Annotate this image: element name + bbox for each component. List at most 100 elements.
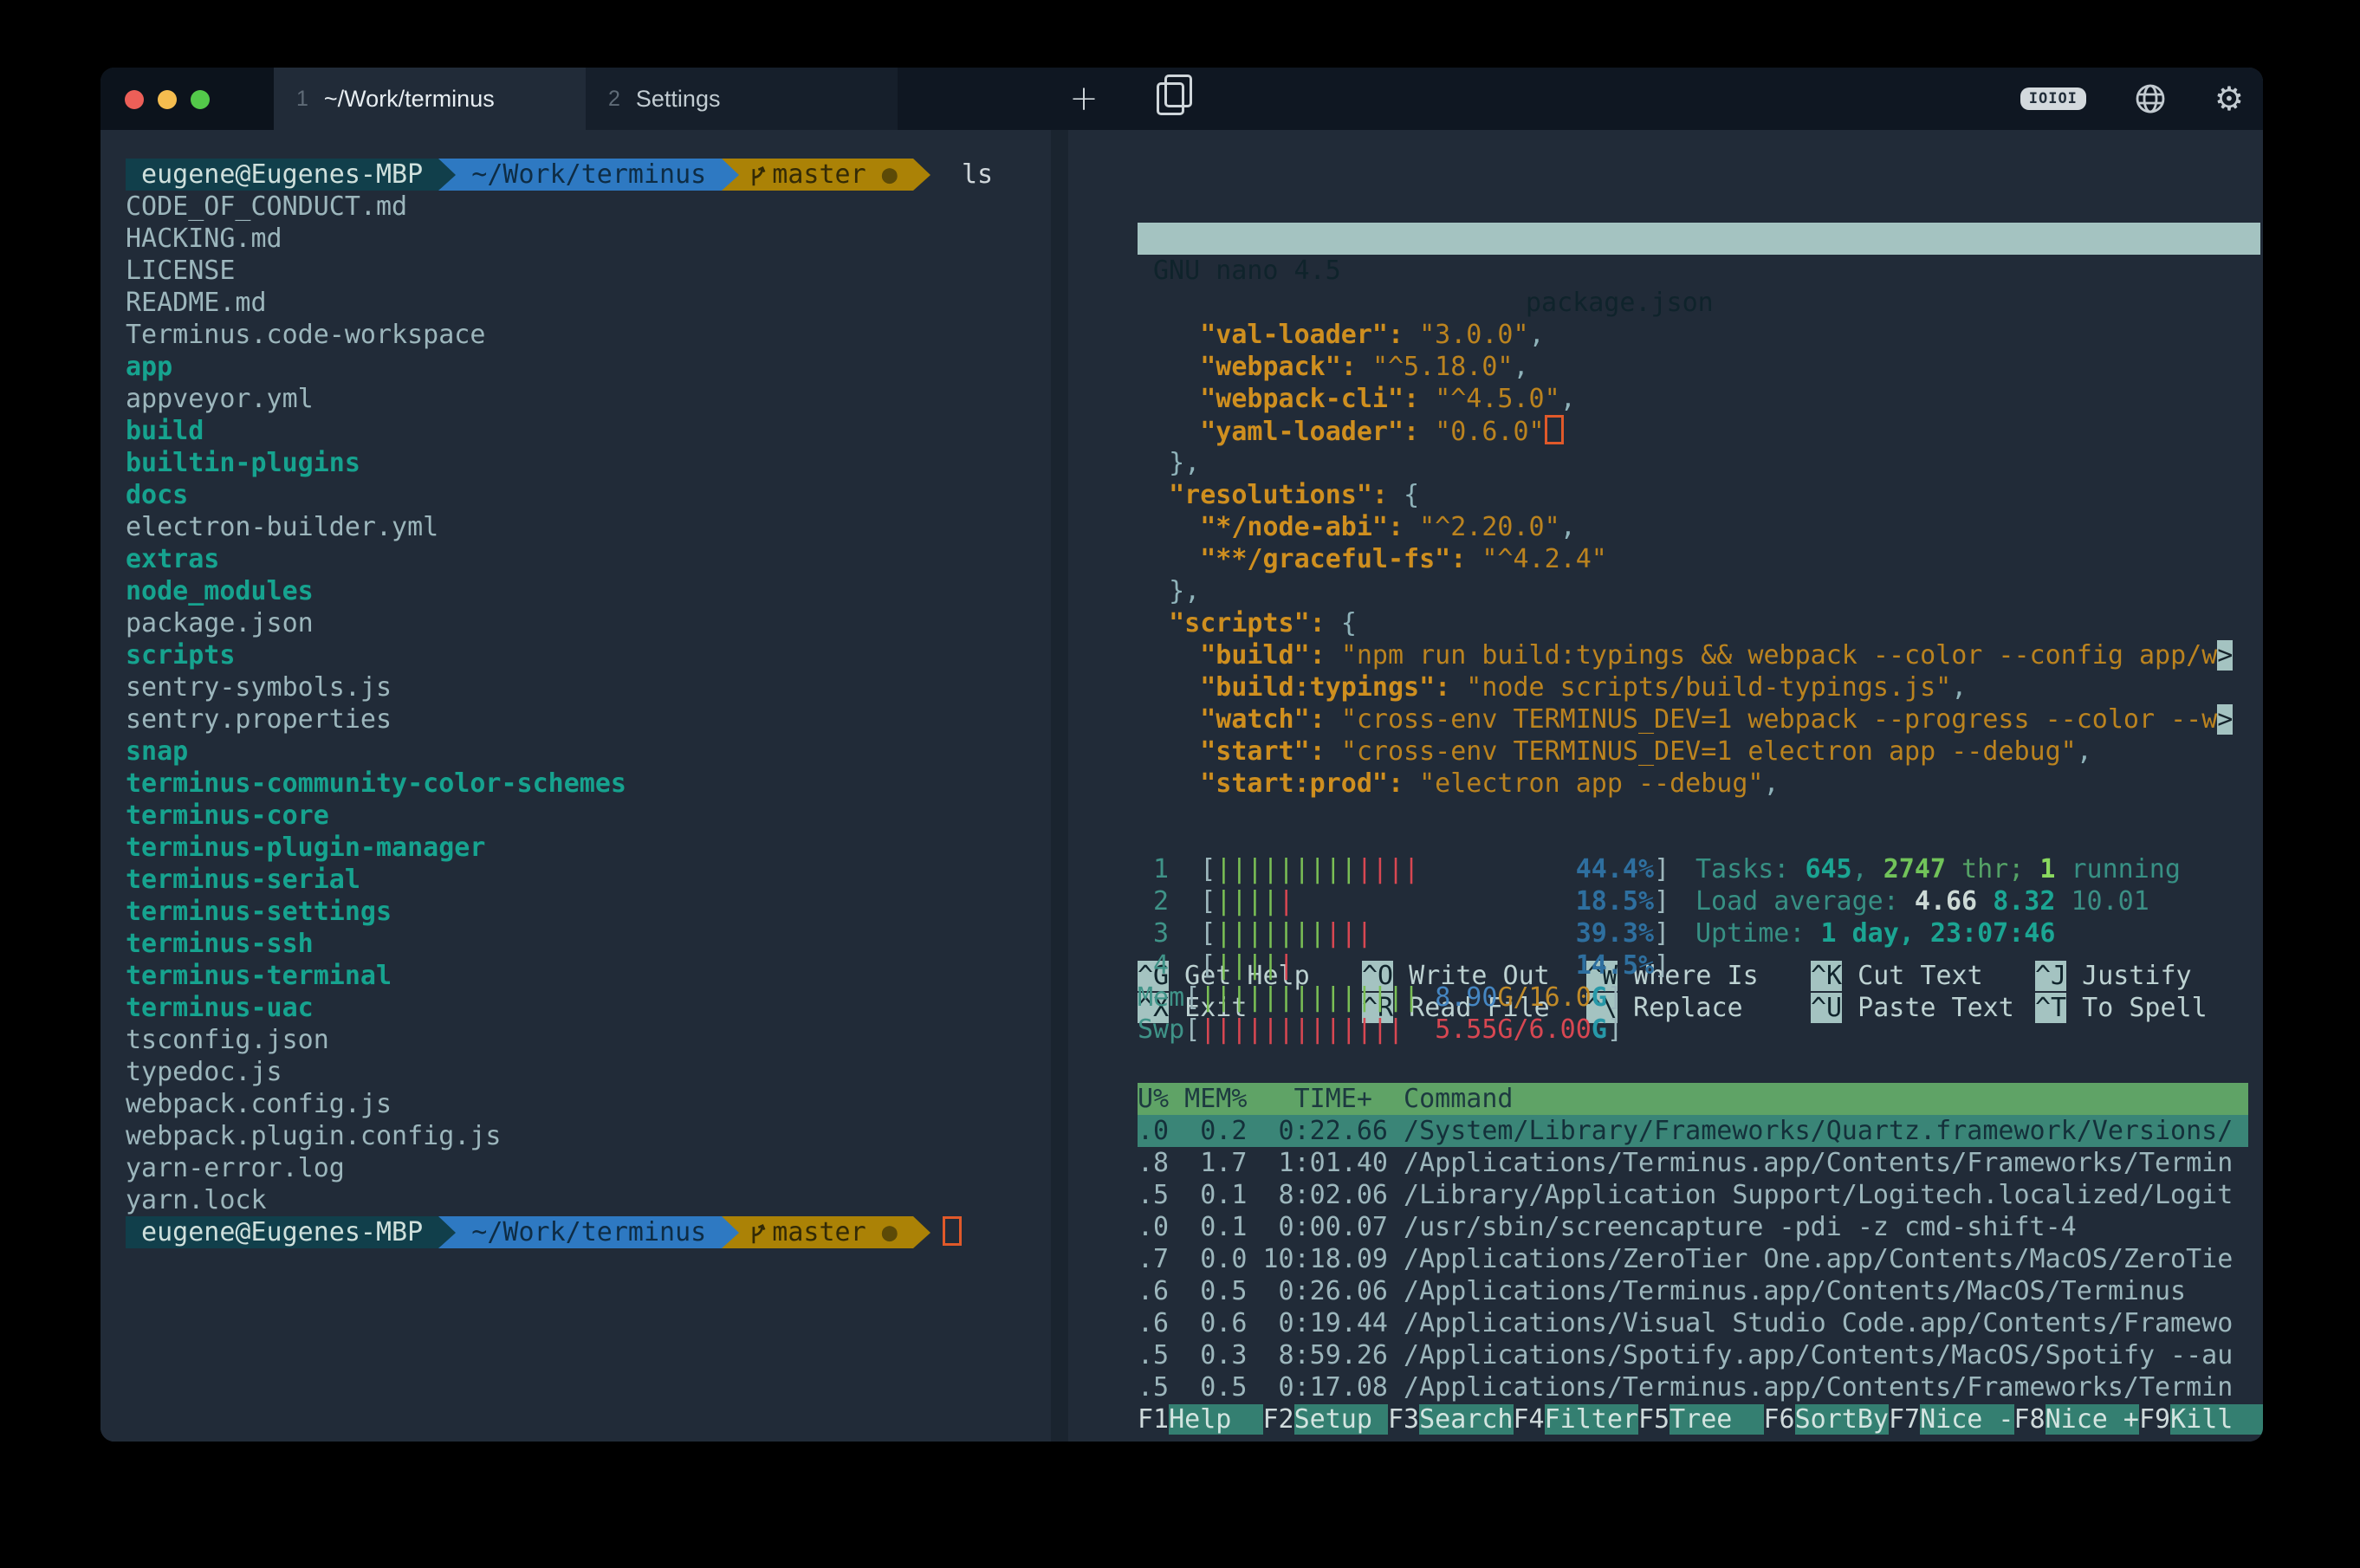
process-row[interactable]: .6 0.6 0:19.44 /Applications/Visual Stud…: [1138, 1307, 2248, 1339]
cpu-meter: 1 [||||||||||||| 44.4%]: [1138, 853, 1670, 885]
file-entry: CODE_OF_CONDUCT.md: [126, 191, 993, 223]
process-row-selected[interactable]: .0 0.2 0:22.66 /System/Library/Framework…: [1138, 1115, 2248, 1147]
file-entry: yarn-error.log: [126, 1152, 993, 1184]
nano-title-bar: GNU nano 4.5 package.json: [1138, 223, 2260, 255]
process-row[interactable]: .5 0.5 0:17.08 /Applications/Terminus.ap…: [1138, 1371, 2248, 1403]
nano-line: "**/graceful-fs": "^4.2.4": [1138, 543, 2260, 575]
dir-entry: extras: [126, 543, 993, 575]
dir-entry: terminus-terminal: [126, 960, 993, 992]
file-entry: sentry-symbols.js: [126, 671, 993, 703]
process-row[interactable]: .5 0.1 8:02.06 /Library/Application Supp…: [1138, 1179, 2248, 1211]
cpu-meter: 2 [||||| 18.5%]: [1138, 885, 1670, 917]
dir-entry: snap: [126, 735, 993, 768]
dir-entry: terminus-plugin-manager: [126, 832, 993, 864]
file-entry: tsconfig.json: [126, 1024, 993, 1056]
file-entry: typedoc.js: [126, 1056, 993, 1088]
app-window: 1 ~/Work/terminus 2 Settings + IOIOI ⚙: [100, 68, 2263, 1442]
serial-port-icon[interactable]: IOIOI: [2020, 87, 2086, 110]
dir-entry: builtin-plugins: [126, 447, 993, 479]
duplicate-icon: [1157, 82, 1184, 115]
tab-title: Settings: [636, 86, 721, 113]
cpu-meter: 4 [||||| 14.5%]: [1138, 949, 1670, 982]
stats-line: Uptime: 1 day, 23:07:46: [1695, 917, 2181, 949]
nano-line: "resolutions": {: [1138, 479, 2260, 511]
nano-shortcut: ^J Justify: [2035, 960, 2260, 992]
dir-entry: node_modules: [126, 575, 993, 607]
nano-line: "start": "cross-env TERMINUS_DEV=1 elect…: [1138, 735, 2260, 768]
duplicate-tab-button[interactable]: [1140, 68, 1201, 130]
nano-shortcut: ^T To Spell: [2035, 992, 2260, 1024]
screen: 1 ~/Work/terminus 2 Settings + IOIOI ⚙: [0, 0, 2360, 1568]
process-row[interactable]: .6 0.5 0:26.06 /Applications/Terminus.ap…: [1138, 1275, 2248, 1307]
terminal-pane-right[interactable]: GNU nano 4.5 package.json "val-loader": …: [1068, 130, 2263, 1442]
htop-process-table: U% MEM% TIME+ Command.0 0.2 0:22.66 /Sys…: [1138, 1083, 2248, 1403]
dir-entry: terminus-settings: [126, 896, 993, 928]
new-tab-button[interactable]: +: [1054, 68, 1114, 130]
nano-line: "scripts": {: [1138, 607, 2260, 639]
dir-entry: terminus-serial: [126, 864, 993, 896]
stats-line: Load average: 4.66 8.32 10.01: [1695, 885, 2181, 917]
dir-entry: terminus-core: [126, 800, 993, 832]
fkey-kill[interactable]: F9Kill: [2139, 1403, 2263, 1435]
file-entry: electron-builder.yml: [126, 511, 993, 543]
shell-prompt: eugene@Eugenes-MBP ~/Work/terminus maste…: [126, 159, 993, 191]
nano-line: },: [1138, 447, 2260, 479]
fkey-search[interactable]: F3Search: [1388, 1403, 1514, 1435]
fkey-tree[interactable]: F5Tree: [1638, 1403, 1764, 1435]
globe-icon[interactable]: [2133, 81, 2168, 116]
file-entry: HACKING.md: [126, 223, 993, 255]
toolbar-right: IOIOI ⚙: [2020, 68, 2244, 130]
close-button[interactable]: [125, 90, 144, 109]
process-row[interactable]: .0 0.1 0:00.07 /usr/sbin/screencapture -…: [1138, 1211, 2248, 1243]
tab-settings[interactable]: 2 Settings: [586, 68, 898, 130]
file-entry: package.json: [126, 607, 993, 639]
tab-number: 2: [608, 87, 620, 112]
nano-line: "build": "npm run build:typings && webpa…: [1138, 639, 2260, 671]
nano-shortcut: ^K Cut Text: [1811, 960, 2035, 992]
nano-cursor: [1545, 415, 1564, 444]
nano-line: "watch": "cross-env TERMINUS_DEV=1 webpa…: [1138, 703, 2260, 735]
fkey-nice[interactable]: F8Nice +: [2014, 1403, 2140, 1435]
shell-output: eugene@Eugenes-MBP ~/Work/terminus maste…: [126, 159, 993, 1248]
split-view: eugene@Eugenes-MBP ~/Work/terminus maste…: [100, 130, 2263, 1442]
tab-number: 1: [296, 87, 308, 112]
zoom-button[interactable]: [191, 90, 210, 109]
terminal-pane-left[interactable]: eugene@Eugenes-MBP ~/Work/terminus maste…: [100, 130, 1051, 1442]
plus-icon: +: [1069, 79, 1099, 119]
nano-text: "val-loader": "3.0.0", "webpack": "^5.18…: [1138, 319, 2260, 800]
tab-title: ~/Work/terminus: [324, 86, 495, 113]
process-row[interactable]: .7 0.0 10:18.09 /Applications/ZeroTier O…: [1138, 1243, 2248, 1275]
minimize-button[interactable]: [158, 90, 177, 109]
file-entry: LICENSE: [126, 255, 993, 287]
tab-bar: 1 ~/Work/terminus 2 Settings + IOIOI ⚙: [100, 68, 2263, 130]
process-row[interactable]: .8 1.7 1:01.40 /Applications/Terminus.ap…: [1138, 1147, 2248, 1179]
dir-entry: app: [126, 351, 993, 383]
file-entry: Terminus.code-workspace: [126, 319, 993, 351]
nano-line: "yaml-loader": "0.6.0": [1138, 415, 2260, 447]
mem-meter: Mem[|||||||||||||| 8.90G/16.0G]: [1138, 982, 1670, 1014]
nano-line: "*/node-abi": "^2.20.0",: [1138, 511, 2260, 543]
shell-prompt: eugene@Eugenes-MBP ~/Work/terminus maste…: [126, 1216, 993, 1248]
fkey-sortby[interactable]: F6SortBy: [1764, 1403, 1890, 1435]
settings-gear-icon[interactable]: ⚙: [2214, 80, 2244, 118]
nano-line: "build:typings": "node scripts/build-typ…: [1138, 671, 2260, 703]
nano-filename: package.json: [1526, 287, 1714, 319]
nano-line: "webpack": "^5.18.0",: [1138, 351, 2260, 383]
dir-entry: build: [126, 415, 993, 447]
dir-entry: terminus-ssh: [126, 928, 993, 960]
file-entry: sentry.properties: [126, 703, 993, 735]
fkey-nice[interactable]: F7Nice -: [1889, 1403, 2014, 1435]
nano-version: GNU nano 4.5: [1153, 255, 1341, 287]
nano-line: "val-loader": "3.0.0",: [1138, 319, 2260, 351]
fkey-help[interactable]: F1Help: [1138, 1403, 1263, 1435]
dir-entry: terminus-uac: [126, 992, 993, 1024]
htop-stats: Tasks: 645, 2747 thr; 1 runningLoad aver…: [1695, 853, 2181, 949]
htop-fkey-bar: F1Help F2Setup F3SearchF4FilterF5Tree F6…: [1138, 1403, 2263, 1435]
file-entry: README.md: [126, 287, 993, 319]
pane-divider[interactable]: [1051, 130, 1068, 1442]
process-row[interactable]: .5 0.3 8:59.26 /Applications/Spotify.app…: [1138, 1339, 2248, 1371]
tab-work-terminus[interactable]: 1 ~/Work/terminus: [274, 68, 586, 130]
fkey-filter[interactable]: F4Filter: [1514, 1403, 1639, 1435]
htop-meters: 1 [||||||||||||| 44.4%] 2 [||||| 18.5%] …: [1138, 853, 1670, 1046]
fkey-setup[interactable]: F2Setup: [1263, 1403, 1389, 1435]
